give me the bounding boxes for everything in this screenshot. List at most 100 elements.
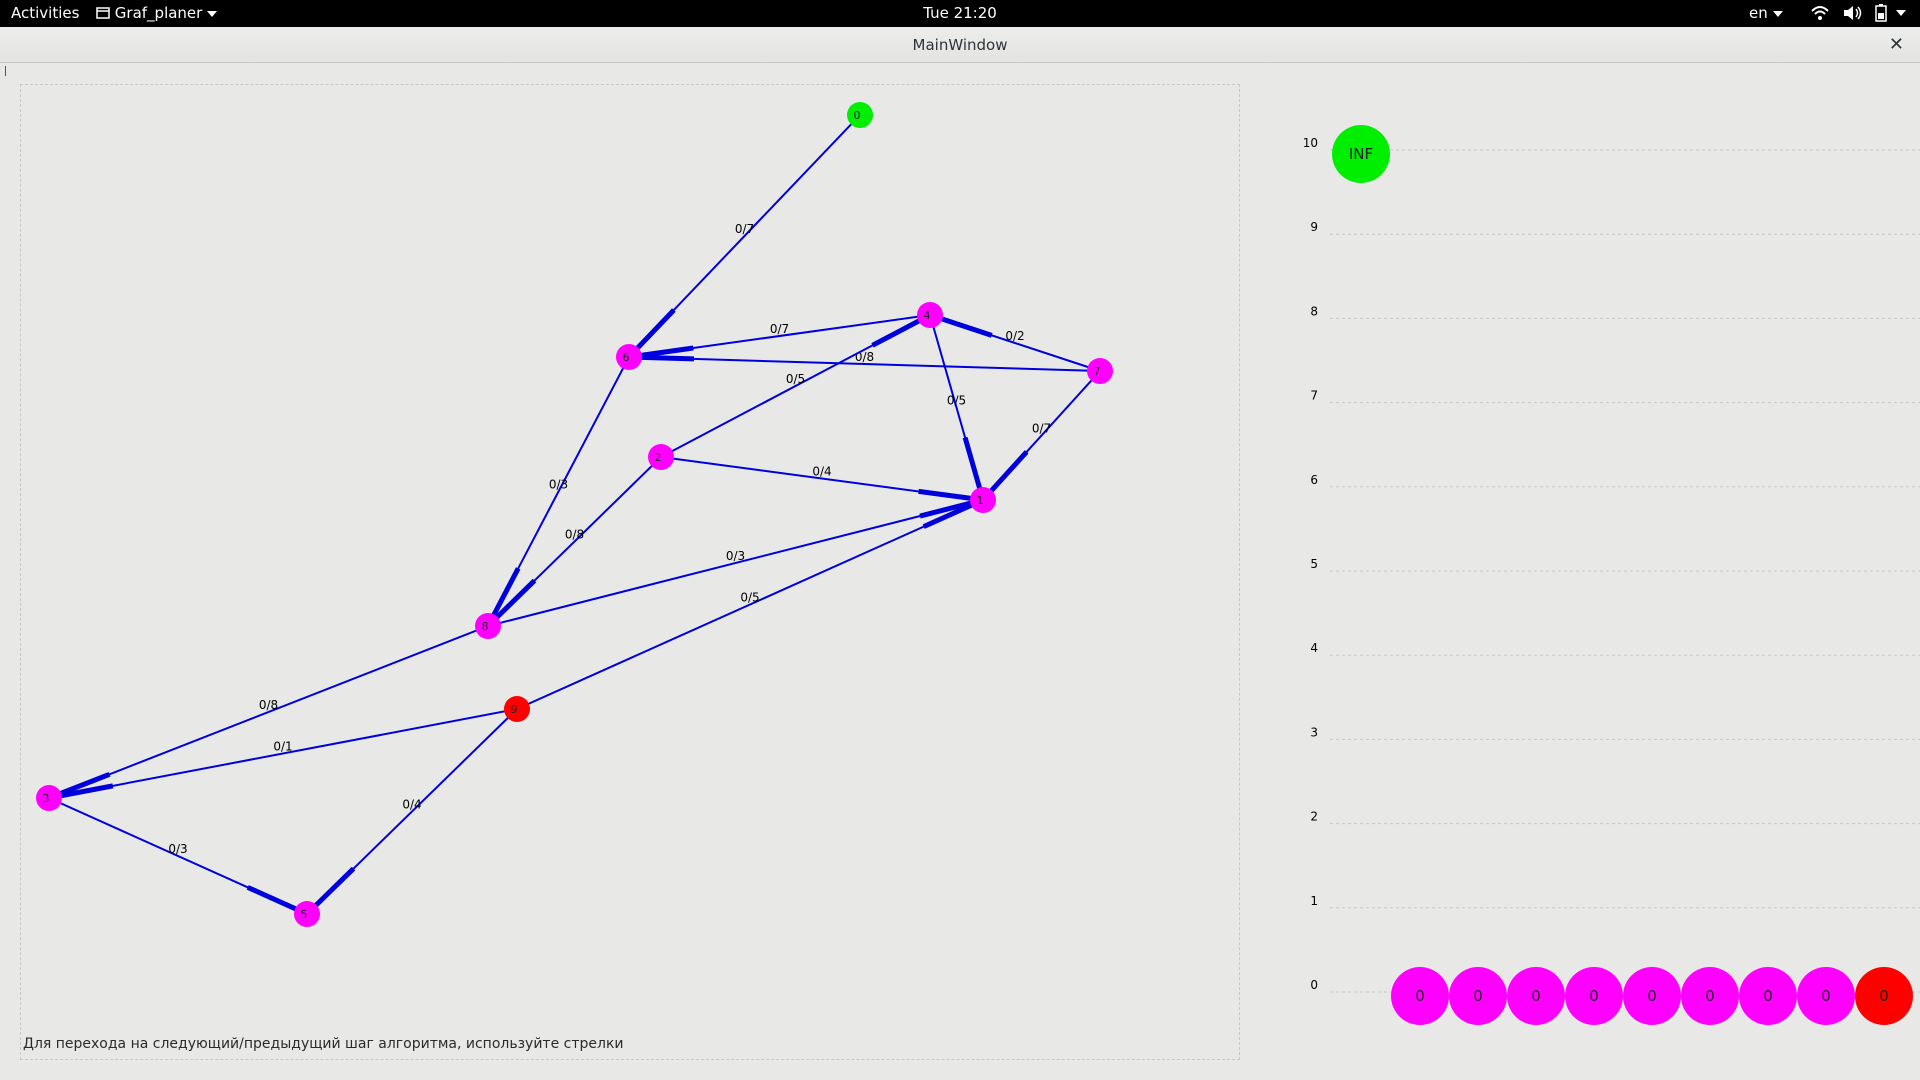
edge-label: 0/7 [1032, 422, 1051, 436]
edge-arrow [640, 345, 694, 358]
height-node-label: 0 [1589, 987, 1599, 1005]
graph-view[interactable]: 0/70/70/80/50/20/50/70/40/30/80/30/50/80… [0, 63, 1240, 1063]
edge-4-1: 0/5 [929, 314, 984, 501]
edge-label: 0/7 [770, 322, 789, 336]
node-label: 1 [977, 494, 984, 507]
height-node-label: 0 [1879, 987, 1889, 1005]
window-title: MainWindow [912, 36, 1008, 54]
height-node-label: INF [1349, 145, 1373, 163]
edge-7-1: 0/7 [982, 370, 1101, 501]
clock[interactable]: Tue 21:20 [0, 4, 1920, 22]
graph-node-4[interactable]: 4 [917, 302, 943, 328]
edge-0-6: 0/7 [628, 114, 861, 358]
edge-2-8: 0/8 [487, 456, 662, 627]
level-label: 3 [1310, 725, 1318, 739]
graph-node-0[interactable]: 0 [847, 102, 873, 128]
edge-8-3: 0/8 [48, 625, 489, 799]
height-node: 0 [1855, 967, 1913, 1025]
level-label: 9 [1310, 220, 1318, 234]
height-node: 0 [1449, 967, 1507, 1025]
height-node: 0 [1797, 967, 1855, 1025]
graph-node-6[interactable]: 6 [616, 344, 642, 370]
level-label: 6 [1310, 473, 1318, 487]
level-label: 8 [1310, 304, 1318, 318]
level-label: 0 [1310, 978, 1318, 992]
edge-7-6: 0/8 [628, 350, 1101, 372]
height-node: 0 [1565, 967, 1623, 1025]
edge-arrow [962, 436, 983, 490]
graph-node-2[interactable]: 2 [648, 444, 674, 470]
edge-label: 0/3 [549, 478, 568, 492]
battery-icon [1875, 4, 1887, 22]
edge-2-1: 0/4 [660, 456, 984, 501]
edge-9-1: 0/5 [516, 499, 984, 710]
level-label: 4 [1310, 641, 1318, 655]
level-label: 5 [1310, 557, 1318, 571]
height-node: 0 [1739, 967, 1797, 1025]
edge-2-4: 0/5 [660, 314, 931, 458]
graph-node-9[interactable]: 9 [504, 696, 530, 722]
height-node-label: 0 [1415, 987, 1425, 1005]
edge-label: 0/8 [259, 698, 278, 712]
chevron-down-icon [1896, 10, 1906, 16]
edge-label: 0/1 [273, 740, 292, 754]
close-button[interactable]: ✕ [1889, 34, 1904, 55]
node-label: 2 [655, 451, 662, 464]
height-node: 0 [1623, 967, 1681, 1025]
node-label: 7 [1094, 365, 1101, 378]
edge-label: 0/3 [726, 549, 745, 563]
edge-label: 0/2 [1005, 329, 1024, 343]
edge-arrow [989, 450, 1029, 493]
level-label: 10 [1303, 136, 1318, 150]
height-node-label: 0 [1705, 987, 1715, 1005]
edge-label: 0/5 [740, 591, 759, 605]
graph-node-5[interactable]: 5 [294, 901, 320, 927]
height-node-label: 0 [1647, 987, 1657, 1005]
height-node-label: 0 [1821, 987, 1831, 1005]
edge-label: 0/5 [786, 372, 805, 386]
chevron-down-icon [1772, 11, 1783, 17]
graph-node-8[interactable]: 8 [475, 613, 501, 639]
height-node-label: 0 [1531, 987, 1541, 1005]
level-label: 1 [1310, 894, 1318, 908]
edge-4-6: 0/7 [628, 314, 931, 358]
edge-9-3: 0/1 [48, 708, 518, 799]
height-node: 0 [1681, 967, 1739, 1025]
language-indicator[interactable]: en [1749, 4, 1783, 22]
edge-9-5: 0/4 [306, 708, 518, 915]
height-node: 0 [1507, 967, 1565, 1025]
height-node-label: 0 [1473, 987, 1483, 1005]
height-node-label: 0 [1763, 987, 1773, 1005]
edge-arrow [246, 885, 298, 912]
system-menu[interactable] [1810, 3, 1920, 27]
language-label: en [1749, 4, 1768, 22]
edge-label: 0/5 [947, 394, 966, 408]
edge-arrow [313, 866, 356, 908]
edge-arrow [640, 354, 695, 362]
edge-7-4: 0/2 [929, 314, 1101, 372]
edges: 0/70/70/80/50/20/50/70/40/30/80/30/50/80… [48, 114, 1101, 915]
graph-node-3[interactable]: 3 [36, 785, 62, 811]
wifi-icon [1811, 6, 1829, 20]
edge-label: 0/7 [735, 222, 754, 236]
window-titlebar: MainWindow ✕ [0, 27, 1920, 63]
edge-arrow [918, 488, 972, 501]
level-label: 2 [1310, 810, 1318, 824]
edge-arrow [871, 318, 921, 348]
height-chart: 0 1 2 3 4 5 6 7 8 9 10 INF 0 0 0 0 0 0 0 0 0 [1303, 125, 1920, 1025]
edge-label: 0/4 [402, 798, 421, 812]
edge-arrow [635, 308, 676, 351]
node-label: 0 [854, 109, 861, 122]
edge-label: 0/3 [168, 842, 187, 856]
graph-node-7[interactable]: 7 [1087, 358, 1113, 384]
level-label: 7 [1310, 389, 1318, 403]
edge-arrow [940, 316, 993, 338]
node-label: 5 [301, 908, 308, 921]
top-bar: Activities Graf_planer Tue 21:20 en [0, 0, 1920, 27]
edge-8-1: 0/3 [487, 499, 984, 627]
graph-node-1[interactable]: 1 [970, 487, 996, 513]
node-label: 3 [43, 792, 50, 805]
node-label: 8 [482, 620, 489, 633]
edge-label: 0/4 [812, 465, 831, 479]
node-label: 4 [924, 309, 931, 322]
